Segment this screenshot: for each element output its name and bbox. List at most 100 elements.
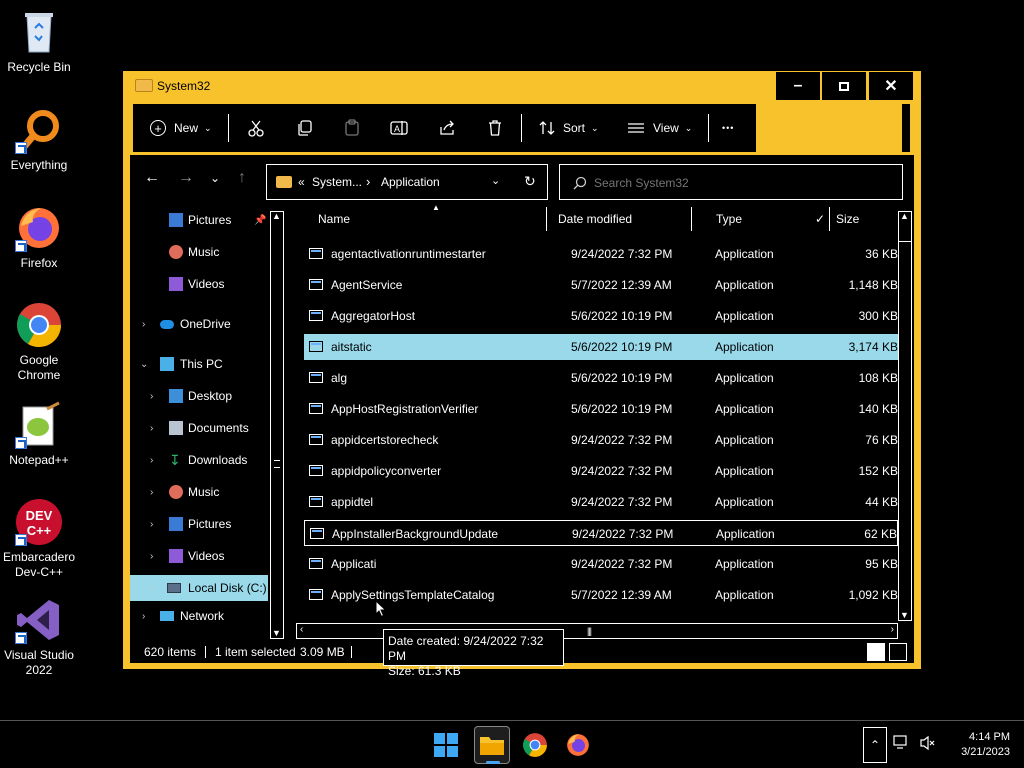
title-bar[interactable]: System32 – ✕	[123, 71, 921, 101]
chevron-right-icon[interactable]: ›	[150, 455, 153, 466]
column-type[interactable]: Type ✓	[710, 207, 830, 231]
chevron-right-icon[interactable]: ›	[150, 487, 153, 498]
scroll-thumb[interactable]	[899, 226, 911, 242]
see-more-button[interactable]: •••	[722, 104, 734, 152]
new-button[interactable]: + New ⌄	[150, 104, 212, 152]
svg-text:DEV: DEV	[26, 508, 53, 523]
rename-button[interactable]: A	[390, 104, 408, 152]
column-date-modified[interactable]: Date modified	[552, 207, 692, 231]
address-bar[interactable]: « System... › Application ⌄ ↻	[266, 164, 548, 200]
show-hidden-icons-button[interactable]: ⌃	[863, 727, 887, 763]
refresh-icon[interactable]: ↻	[524, 173, 536, 190]
scroll-thumb[interactable]	[274, 460, 280, 468]
nav-item-pictures[interactable]: › Pictures	[130, 511, 268, 537]
desktop-icon-visual-studio[interactable]: Visual Studio 2022	[0, 596, 78, 678]
nav-item-videos[interactable]: › Videos	[130, 543, 268, 569]
chevron-right-icon[interactable]: ›	[150, 391, 153, 402]
file-row-selected[interactable]: aitstatic 5/6/2022 10:19 PM Application …	[304, 334, 898, 360]
taskbar-firefox[interactable]	[562, 729, 594, 761]
maximize-button[interactable]	[821, 71, 867, 101]
desktop-icon-chrome[interactable]: Google Chrome	[0, 301, 78, 383]
chevron-down-icon[interactable]: ⌄	[491, 174, 500, 187]
large-icons-view-toggle[interactable]	[889, 643, 907, 661]
desktop-icon-everything[interactable]: Everything	[0, 106, 78, 173]
column-size[interactable]: Size	[830, 207, 890, 231]
recent-locations-button[interactable]: ⌄	[210, 171, 220, 185]
chevron-down-icon[interactable]: ⌄	[140, 359, 148, 370]
view-button[interactable]: View ⌄	[627, 104, 692, 152]
file-row[interactable]: AggregatorHost 5/6/2022 10:19 PM Applica…	[304, 303, 898, 329]
file-name: AppHostRegistrationVerifier	[331, 402, 479, 416]
nav-item-music-quick[interactable]: Music	[130, 239, 268, 265]
file-row[interactable]: Applicati 9/24/2022 7:32 PM Application …	[304, 551, 898, 577]
copy-button[interactable]	[296, 104, 314, 152]
file-type: Application	[715, 278, 774, 292]
desktop-icon-devcpp[interactable]: DEV C++ Embarcadero Dev-C++	[0, 498, 78, 580]
pin-icon[interactable]: 📌	[254, 215, 266, 226]
chevron-right-icon[interactable]: ›	[142, 319, 145, 330]
cut-button[interactable]	[247, 104, 265, 152]
file-list-scrollbar[interactable]: ▲ ▼	[898, 211, 912, 621]
close-button[interactable]: ✕	[868, 71, 914, 101]
nav-item-label: Pictures	[188, 213, 232, 227]
chevron-right-icon[interactable]: ›	[142, 611, 145, 622]
up-button[interactable]: ↑	[238, 169, 246, 187]
details-view-toggle[interactable]	[867, 643, 885, 661]
search-box[interactable]	[559, 164, 903, 200]
file-type: Application	[715, 247, 774, 261]
taskbar-file-explorer[interactable]	[474, 726, 510, 764]
file-list: agentactivationruntimestarter 9/24/2022 …	[296, 240, 898, 610]
minimize-button[interactable]: –	[775, 71, 821, 101]
nav-item-music[interactable]: › Music	[130, 479, 268, 505]
desktop-icon-firefox[interactable]: Firefox	[0, 204, 78, 271]
scroll-up-icon[interactable]: ▲	[900, 211, 909, 221]
nav-item-pictures-quick[interactable]: Pictures 📌	[130, 207, 268, 233]
file-row[interactable]: ApplySettingsTemplateCatalog 5/7/2022 12…	[304, 582, 898, 608]
nav-item-videos-quick[interactable]: Videos	[130, 271, 268, 297]
file-row[interactable]: AgentService 5/7/2022 12:39 AM Applicati…	[304, 272, 898, 298]
file-row[interactable]: agentactivationruntimestarter 9/24/2022 …	[304, 241, 898, 267]
chevron-right-icon[interactable]: ›	[150, 583, 153, 594]
scroll-down-icon[interactable]: ▼	[900, 610, 909, 620]
network-status-icon[interactable]	[893, 735, 911, 756]
scroll-left-icon[interactable]: ‹	[300, 624, 303, 635]
nav-pane-scrollbar[interactable]: ▲ ▼	[270, 211, 284, 639]
nav-item-onedrive[interactable]: › OneDrive	[130, 311, 268, 337]
sort-button[interactable]: Sort ⌄	[538, 104, 599, 152]
desktop-icon-recycle-bin[interactable]: Recycle Bin	[0, 8, 78, 75]
back-button[interactable]: ←	[144, 169, 160, 187]
chevron-right-icon[interactable]: ›	[150, 551, 153, 562]
chevron-right-icon[interactable]: ›	[150, 519, 153, 530]
desktop-icon-notepadpp[interactable]: Notepad++	[0, 401, 78, 468]
overflow-chevron[interactable]: «	[298, 175, 305, 189]
column-name[interactable]: Name ▲	[292, 203, 547, 231]
scroll-right-icon[interactable]: ›	[891, 624, 894, 635]
scroll-up-icon[interactable]: ▲	[272, 211, 281, 221]
delete-button[interactable]	[486, 104, 504, 152]
paste-button[interactable]	[343, 104, 361, 152]
breadcrumb-system32[interactable]: System...	[312, 175, 362, 189]
chevron-right-icon[interactable]: ›	[150, 423, 153, 434]
search-input[interactable]	[594, 173, 884, 193]
volume-muted-icon[interactable]	[919, 735, 937, 756]
share-button[interactable]	[438, 104, 456, 152]
nav-item-network[interactable]: › Network	[130, 607, 268, 625]
file-row[interactable]: appidcertstorecheck 9/24/2022 7:32 PM Ap…	[304, 427, 898, 453]
file-row-hovered[interactable]: AppInstallerBackgroundUpdate 9/24/2022 7…	[304, 520, 898, 546]
file-row[interactable]: AppHostRegistrationVerifier 5/6/2022 10:…	[304, 396, 898, 422]
taskbar-chrome[interactable]	[519, 729, 551, 761]
file-row[interactable]: alg 5/6/2022 10:19 PM Application 108 KB	[304, 365, 898, 391]
start-button[interactable]	[430, 729, 462, 761]
scroll-thumb[interactable]: |||	[587, 626, 592, 636]
nav-item-local-disk[interactable]: › Local Disk (C:)	[130, 575, 268, 601]
nav-item-this-pc[interactable]: ⌄ This PC	[130, 351, 268, 377]
clock[interactable]: 4:14 PM 3/21/2023	[944, 730, 1010, 760]
scroll-down-icon[interactable]: ▼	[272, 628, 281, 638]
nav-item-downloads[interactable]: › ↧ Downloads	[130, 447, 268, 473]
file-row[interactable]: appidtel 9/24/2022 7:32 PM Application 4…	[304, 489, 898, 515]
file-row[interactable]: appidpolicyconverter 9/24/2022 7:32 PM A…	[304, 458, 898, 484]
nav-item-documents[interactable]: › Documents	[130, 415, 268, 441]
nav-item-desktop[interactable]: › Desktop	[130, 383, 268, 409]
breadcrumb-application[interactable]: Application	[381, 175, 440, 189]
forward-button[interactable]: →	[178, 169, 194, 187]
